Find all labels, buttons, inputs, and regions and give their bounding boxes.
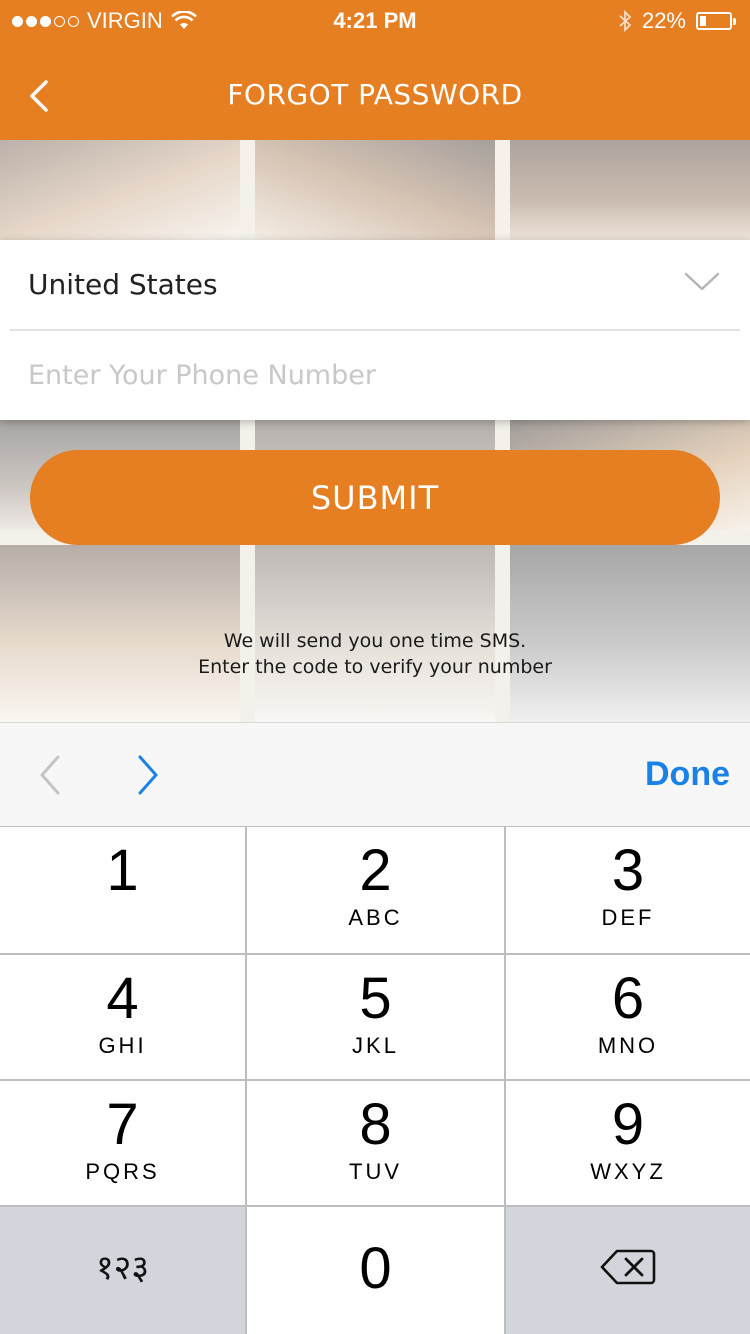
- key-8[interactable]: 8 TUV: [247, 1081, 504, 1205]
- previous-field-button[interactable]: [34, 753, 66, 797]
- battery-icon: [696, 12, 736, 30]
- next-field-button[interactable]: [132, 753, 164, 797]
- key-letters: TUV: [349, 1159, 402, 1184]
- key-delete[interactable]: [506, 1207, 750, 1334]
- key-digit: 0: [359, 1236, 392, 1301]
- sms-info-text: We will send you one time SMS. Enter the…: [0, 628, 750, 680]
- key-letters: ABC: [348, 905, 403, 930]
- key-6[interactable]: 6 MNO: [506, 955, 750, 1079]
- key-digit: 9: [611, 1092, 645, 1157]
- key-digit: 1: [106, 838, 139, 903]
- key-5[interactable]: 5 JKL: [247, 955, 504, 1079]
- key-9[interactable]: 9 WXYZ: [506, 1081, 750, 1205]
- key-letters: PQRS: [85, 1159, 160, 1184]
- key-letters: WXYZ: [590, 1159, 666, 1184]
- page-title: FORGOT PASSWORD: [227, 78, 523, 111]
- submit-button[interactable]: SUBMIT: [30, 450, 720, 545]
- key-1[interactable]: 1: [0, 827, 245, 953]
- form-card: United States: [0, 240, 750, 420]
- key-4[interactable]: 4 GHI: [0, 955, 245, 1079]
- background-photo: [255, 140, 495, 240]
- key-7[interactable]: 7 PQRS: [0, 1081, 245, 1205]
- key-0[interactable]: 0: [247, 1207, 504, 1334]
- header: VIRGIN 4:21 PM 22% FORGOT PASSWORD: [0, 0, 750, 140]
- country-value: United States: [28, 268, 218, 301]
- key-numeral-switch[interactable]: १२३: [0, 1207, 245, 1334]
- key-alt-label: १२३: [95, 1248, 150, 1288]
- key-letters: GHI: [98, 1033, 147, 1058]
- info-line-2: Enter the code to verify your number: [198, 656, 552, 678]
- status-bar-right: 22%: [618, 8, 736, 34]
- chevron-left-icon: [40, 755, 60, 795]
- chevron-right-icon: [138, 755, 158, 795]
- bluetooth-icon: [619, 10, 632, 32]
- key-digit: 8: [359, 1092, 392, 1157]
- divider: [10, 329, 740, 331]
- phone-number-input[interactable]: [28, 352, 718, 398]
- numeric-keypad: 1 2 ABC 3 DEF 4 GHI 5 JKL 6 MNO 7 PQRS 8…: [0, 826, 750, 1334]
- key-letters: DEF: [601, 905, 655, 930]
- key-digit: 7: [106, 1092, 139, 1157]
- battery-percent: 22%: [641, 8, 686, 33]
- key-letters: JKL: [352, 1033, 399, 1058]
- key-3[interactable]: 3 DEF: [506, 827, 750, 953]
- background-photo: [510, 140, 750, 240]
- key-digit: 5: [359, 966, 392, 1031]
- key-digit: 6: [611, 966, 645, 1031]
- background-photo: [0, 140, 240, 240]
- key-digit: 3: [611, 838, 645, 903]
- key-2[interactable]: 2 ABC: [247, 827, 504, 953]
- backspace-icon: [600, 1249, 656, 1285]
- done-button[interactable]: Done: [645, 755, 730, 794]
- country-select[interactable]: United States: [0, 240, 750, 330]
- key-digit: 4: [106, 966, 139, 1031]
- status-bar: VIRGIN 4:21 PM 22%: [0, 0, 750, 42]
- info-line-1: We will send you one time SMS.: [223, 630, 527, 652]
- key-letters: MNO: [597, 1033, 659, 1058]
- key-digit: 2: [359, 838, 392, 903]
- nav-bar: FORGOT PASSWORD: [0, 52, 750, 140]
- chevron-down-icon: [684, 272, 720, 291]
- keyboard-accessory-bar: Done: [0, 722, 750, 826]
